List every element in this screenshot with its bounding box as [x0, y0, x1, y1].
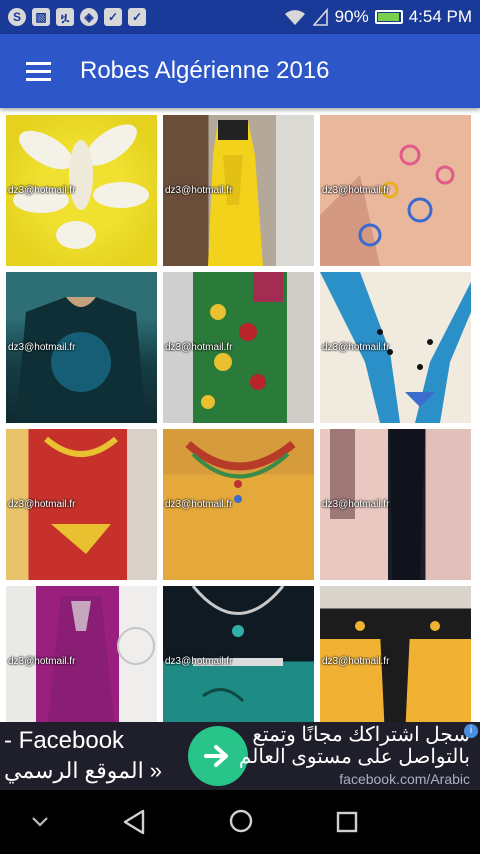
ad-subline: بالتواصل على مستوى العالم [238, 746, 470, 768]
chevron-down-icon[interactable] [30, 816, 50, 828]
watermark: dz3@hotmail.fr [165, 656, 233, 667]
grid-item[interactable]: dz3@hotmail.fr [6, 586, 157, 722]
clock: 4:54 PM [408, 7, 472, 26]
recents-icon[interactable] [335, 810, 359, 834]
watermark: dz3@hotmail.fr [165, 342, 233, 353]
briefcase-icon: ✓ [104, 8, 122, 26]
watermark: dz3@hotmail.fr [322, 342, 390, 353]
grid-item[interactable]: dz3@hotmail.fr [163, 586, 314, 722]
navigation-bar [0, 790, 480, 854]
home-icon[interactable] [228, 808, 254, 834]
grid-item[interactable]: dz3@hotmail.fr [163, 429, 314, 580]
battery-icon [374, 10, 403, 24]
group-icon: ዟ [56, 8, 74, 26]
ad-headline: سجل اشتراكك مجانًا وتمتع [252, 724, 470, 746]
app-bar: Robes Algérienne 2016 [0, 34, 480, 108]
dress-image [355, 621, 440, 722]
dress-image [47, 596, 155, 722]
dress-image [191, 586, 285, 703]
briefcase-icon: ✓ [128, 8, 146, 26]
grid-item[interactable]: dz3@hotmail.fr [6, 429, 157, 580]
watermark: dz3@hotmail.fr [322, 656, 390, 667]
status-bar: S ▧ ዟ ◈ ✓ ✓ 90% 4:54 PM [0, 0, 480, 34]
hamburger-line [25, 77, 51, 81]
menu-button[interactable] [0, 34, 76, 108]
ad-banner[interactable]: - Facebook الموقع الرسمي » سجل اشتراكك م… [0, 722, 480, 790]
hamburger-line [25, 61, 51, 65]
grid-item[interactable]: dz3@hotmail.fr [320, 586, 471, 722]
watermark: dz3@hotmail.fr [8, 342, 76, 353]
watermark: dz3@hotmail.fr [8, 185, 76, 196]
watermark: dz3@hotmail.fr [165, 185, 233, 196]
watermark: dz3@hotmail.fr [322, 185, 390, 196]
ad-info-icon[interactable]: i [464, 724, 478, 738]
shield-icon: ◈ [80, 8, 98, 26]
image-icon: ▧ [32, 8, 50, 26]
grid-item[interactable]: dz3@hotmail.fr [6, 272, 157, 423]
grid-item[interactable]: dz3@hotmail.fr [163, 115, 314, 266]
grid-item[interactable]: dz3@hotmail.fr [163, 272, 314, 423]
watermark: dz3@hotmail.fr [322, 499, 390, 510]
back-icon[interactable] [121, 808, 147, 836]
ad-right-text: سجل اشتراكك مجانًا وتمتع بالتواصل على مس… [239, 724, 470, 790]
ad-line-official: الموقع الرسمي » [4, 758, 163, 783]
grid-item[interactable]: dz3@hotmail.fr [320, 115, 471, 266]
watermark: dz3@hotmail.fr [8, 499, 76, 510]
ad-domain: facebook.com/Arabic [339, 771, 470, 787]
grid-item[interactable]: dz3@hotmail.fr [6, 115, 157, 266]
wifi-icon [284, 10, 305, 25]
hamburger-line [25, 69, 51, 73]
image-grid: dz3@hotmail.fr dz3@hotmail.fr dz3@hotmai… [0, 112, 480, 722]
watermark: dz3@hotmail.fr [165, 499, 233, 510]
battery-percent: 90% [334, 7, 369, 26]
signal-icon [312, 8, 328, 26]
grid-item[interactable]: dz3@hotmail.fr [320, 429, 471, 580]
ad-line-facebook: - Facebook [4, 727, 125, 754]
page-title: Robes Algérienne 2016 [80, 57, 330, 84]
watermark: dz3@hotmail.fr [8, 656, 76, 667]
ad-left-text: - Facebook الموقع الرسمي » [4, 726, 162, 786]
skype-icon: S [8, 8, 26, 26]
grid-item[interactable]: dz3@hotmail.fr [320, 272, 471, 423]
arrow-right-icon [204, 745, 228, 767]
